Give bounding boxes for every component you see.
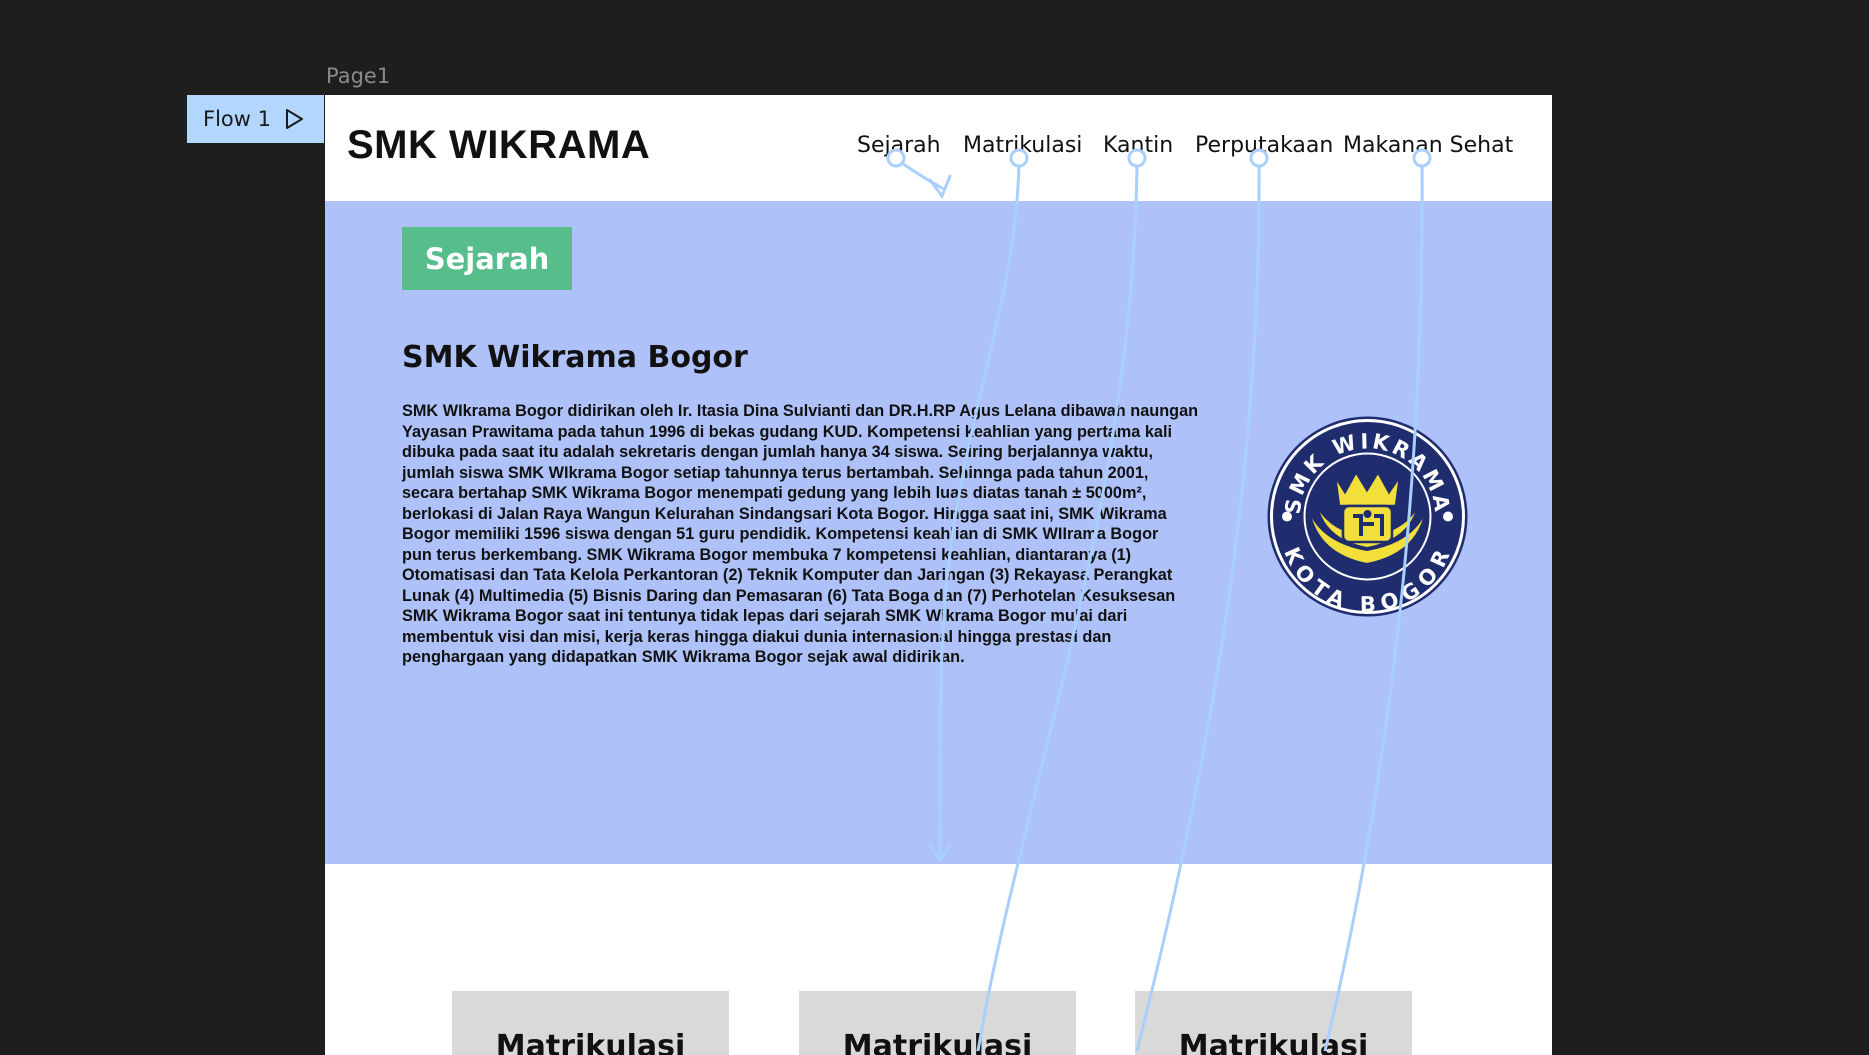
history-line: membentuk visi dan misi, kerja keras hin…: [402, 627, 1112, 646]
school-title: SMK Wikrama Bogor: [402, 340, 748, 375]
history-line: Yayasan Prawitama pada tahun 1996 di bek…: [402, 422, 1173, 441]
history-line: Otomatisasi dan Tata Kelola Perkantoran …: [402, 566, 1173, 584]
history-line: Bogor memiliki 1596 siswa dengan 51 guru…: [402, 525, 1159, 543]
card-title: Matrikulasi: [842, 1029, 1033, 1055]
card-matrikulasi[interactable]: Matrikulasi: [452, 991, 729, 1055]
history-line: Lunak (4) Multimedia (5) Bisnis Daring d…: [402, 586, 1176, 605]
play-icon[interactable]: [283, 108, 305, 130]
frame-label[interactable]: Page1: [326, 64, 390, 88]
history-line: jumlah siswa SMK WIkrama Bogor setiap ta…: [402, 463, 1149, 482]
history-section: Sejarah SMK Wikrama Bogor SMK WIkrama Bo…: [325, 201, 1552, 864]
history-line: pun terus berkembang. SMK Wikrama Bogor …: [402, 545, 1132, 564]
history-line: SMK WIkrama Bogor didirikan oleh Ir. Ita…: [402, 402, 1199, 420]
card-matrikulasi[interactable]: Matrikulasi: [1135, 991, 1412, 1055]
card-matrikulasi[interactable]: Matrikulasi: [799, 991, 1076, 1055]
history-line: secara bertahap SMK Wikrama Bogor menemp…: [402, 484, 1147, 502]
navbar: SMK WIKRAMA Sejarah Matrikulasi Kantin P…: [325, 95, 1552, 201]
nav-link-makanan-sehat[interactable]: Makanan Sehat: [1343, 133, 1513, 158]
flow-start-tag[interactable]: Flow 1: [187, 95, 324, 143]
card-title: Matrikulasi: [1178, 1029, 1369, 1055]
history-line: SMK Wikrama Bogor saat ini tentunya tida…: [402, 607, 1128, 625]
page-frame: SMK WIKRAMA Sejarah Matrikulasi Kantin P…: [325, 95, 1552, 1055]
history-paragraph: SMK WIkrama Bogor didirikan oleh Ir. Ita…: [402, 401, 1252, 668]
nav-link-perpustakaan[interactable]: Perputakaan: [1195, 133, 1333, 158]
card-title: Matrikulasi: [495, 1029, 686, 1055]
history-line: penghargaan yang didapatkan SMK Wikrama …: [402, 648, 965, 666]
nav-link-sejarah[interactable]: Sejarah: [857, 133, 941, 158]
history-line: dibuka pada saat itu adalah sekretaris d…: [402, 443, 1154, 461]
nav-link-matrikulasi[interactable]: Matrikulasi: [963, 133, 1082, 158]
section-badge: Sejarah: [402, 227, 572, 290]
flow-label: Flow 1: [203, 107, 271, 131]
nav-link-kantin[interactable]: Kantin: [1103, 133, 1173, 158]
school-logo: SMK WIKRAMA KOTA BOGOR: [1267, 416, 1468, 617]
history-line: berlokasi di Jalan Raya Wangun Kelurahan…: [402, 504, 1167, 523]
nav-links: Sejarah Matrikulasi Kantin Perputakaan M…: [325, 133, 1552, 163]
